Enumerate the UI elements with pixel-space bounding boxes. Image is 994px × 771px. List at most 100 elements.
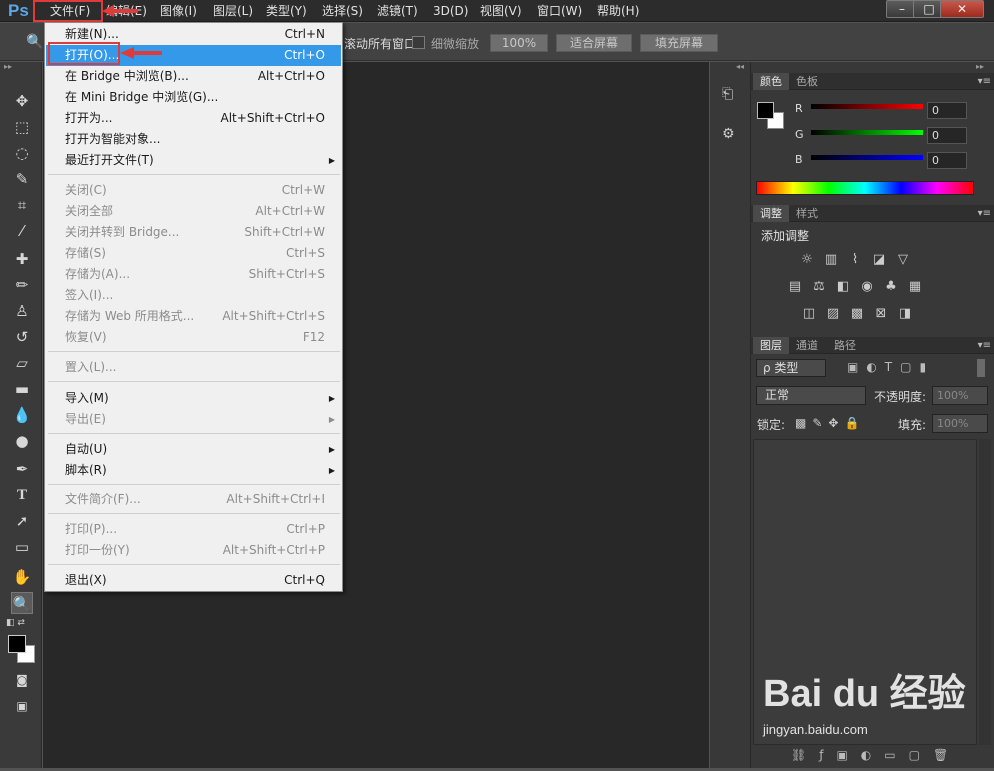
channel-mixer-icon[interactable]: ♣ xyxy=(883,279,899,295)
brightness-icon[interactable]: ☼ xyxy=(799,252,815,268)
menu-help[interactable]: 帮助(H) xyxy=(597,0,639,22)
dodge-tool-icon[interactable]: ● xyxy=(11,430,33,452)
panel-menu-icon[interactable]: ▾≡ xyxy=(978,337,991,354)
path-select-tool-icon[interactable]: ➚ xyxy=(11,510,33,532)
black-white-icon[interactable]: ◧ xyxy=(835,279,851,295)
tab-color[interactable]: 颜色 xyxy=(753,73,789,90)
fit-screen-button[interactable]: 适合屏幕 xyxy=(556,34,632,52)
file-menu-item[interactable]: 最近打开文件(T) ▶ xyxy=(46,150,341,171)
brush-tool-icon[interactable]: ✏ xyxy=(11,274,33,296)
file-menu-item[interactable]: 在 Mini Bridge 中浏览(G)... xyxy=(46,87,341,108)
file-menu-item[interactable]: 打开为智能对象... xyxy=(46,129,341,150)
opacity-input[interactable]: 100% xyxy=(932,386,988,405)
layer-filter-icons[interactable]: ▣◐T▢▮ xyxy=(847,360,934,374)
fill-screen-button[interactable]: 填充屏幕 xyxy=(640,34,718,52)
r-input[interactable]: 0 xyxy=(927,102,967,119)
color-lookup-icon[interactable]: ▦ xyxy=(907,279,923,295)
file-menu-item[interactable]: 导入(M) ▶ xyxy=(46,388,341,409)
history-panel-icon[interactable]: ⎗ xyxy=(722,86,733,102)
menu-filter[interactable]: 滤镜(T) xyxy=(377,0,418,22)
zoom-100-button[interactable]: 100% xyxy=(490,34,548,52)
file-menu-item[interactable]: 恢复(V) F12 xyxy=(46,327,341,348)
foreground-color-swatch[interactable] xyxy=(8,635,26,653)
menu-image[interactable]: 图像(I) xyxy=(160,0,197,22)
blur-tool-icon[interactable]: 💧 xyxy=(11,404,33,426)
quick-mask-icon[interactable]: ◙ xyxy=(11,669,33,691)
file-menu-item[interactable]: 导出(E) ▶ xyxy=(46,409,341,430)
move-tool-icon[interactable]: ✥ xyxy=(11,90,33,112)
tab-layers[interactable]: 图层 xyxy=(753,337,789,354)
file-menu-item[interactable]: 自动(U) ▶ xyxy=(46,439,341,460)
file-menu-item[interactable]: 关闭(C) Ctrl+W xyxy=(46,180,341,201)
fine-zoom-checkbox[interactable] xyxy=(412,36,425,49)
photo-filter-icon[interactable]: ◉ xyxy=(859,279,875,295)
file-menu-item[interactable]: 打印一份(Y) Alt+Shift+Ctrl+P xyxy=(46,540,341,561)
layer-kind-filter[interactable]: ρ 类型 xyxy=(756,359,826,377)
healing-brush-tool-icon[interactable]: ✚ xyxy=(11,248,33,270)
collapse-panels-icon[interactable]: ▸▸ xyxy=(976,62,984,71)
history-brush-tool-icon[interactable]: ↺ xyxy=(11,326,33,348)
exposure-icon[interactable]: ◪ xyxy=(871,252,887,268)
levels-icon[interactable]: ▥ xyxy=(823,252,839,268)
posterize-icon[interactable]: ▨ xyxy=(825,306,841,322)
collapse-icon[interactable]: ▸▸ xyxy=(4,62,12,71)
selective-color-icon[interactable]: ◨ xyxy=(897,306,913,322)
tab-swatches[interactable]: 色板 xyxy=(789,73,825,90)
threshold-icon[interactable]: ▩ xyxy=(849,306,865,322)
properties-panel-icon[interactable]: ⚙ xyxy=(722,126,735,142)
tab-paths[interactable]: 路径 xyxy=(827,337,863,354)
file-menu-item[interactable]: 脚本(R) ▶ xyxy=(46,460,341,481)
menu-type[interactable]: 类型(Y) xyxy=(266,0,307,22)
close-button[interactable]: ✕ xyxy=(940,0,984,18)
gradient-map-icon[interactable]: ⊠ xyxy=(873,306,889,322)
tab-styles[interactable]: 样式 xyxy=(789,205,825,222)
panel-menu-icon[interactable]: ▾≡ xyxy=(978,205,991,222)
r-slider[interactable] xyxy=(811,104,923,109)
clone-stamp-tool-icon[interactable]: ♙ xyxy=(11,300,33,322)
menu-3d[interactable]: 3D(D) xyxy=(433,0,468,22)
menu-view[interactable]: 视图(V) xyxy=(480,0,522,22)
color-fg-swatch[interactable] xyxy=(757,102,774,119)
b-input[interactable]: 0 xyxy=(927,152,967,169)
file-menu-item[interactable]: 存储为 Web 所用格式... Alt+Shift+Ctrl+S xyxy=(46,306,341,327)
lasso-tool-icon[interactable]: ◌ xyxy=(11,142,33,164)
color-balance-icon[interactable]: ⚖ xyxy=(811,279,827,295)
menu-window[interactable]: 窗口(W) xyxy=(537,0,582,22)
type-tool-icon[interactable]: T xyxy=(11,484,33,506)
lock-icons[interactable]: ▩✎✥🔒 xyxy=(795,416,865,430)
invert-icon[interactable]: ◫ xyxy=(801,306,817,322)
marquee-tool-icon[interactable]: ⬚ xyxy=(11,116,33,138)
panel-menu-icon[interactable]: ▾≡ xyxy=(978,73,991,90)
quick-select-tool-icon[interactable]: ✎ xyxy=(11,168,33,190)
blend-mode-select[interactable]: 正常 xyxy=(756,386,866,405)
file-menu-item[interactable]: 签入(I)... xyxy=(46,285,341,306)
gradient-tool-icon[interactable]: ▬ xyxy=(11,378,33,400)
screen-mode-icon[interactable]: ▣ xyxy=(11,695,33,717)
file-menu-item[interactable]: 关闭并转到 Bridge... Shift+Ctrl+W xyxy=(46,222,341,243)
layers-footer-icons[interactable]: ⛓ƒ▣◐▭▢🗑 xyxy=(791,748,961,762)
file-menu-item[interactable]: 退出(X) Ctrl+Q xyxy=(46,570,341,591)
file-menu-item[interactable]: 置入(L)... xyxy=(46,357,341,378)
g-slider[interactable] xyxy=(811,130,923,135)
shape-tool-icon[interactable]: ▭ xyxy=(11,536,33,558)
menu-select[interactable]: 选择(S) xyxy=(322,0,363,22)
tab-adjustments[interactable]: 调整 xyxy=(753,205,789,222)
tab-channels[interactable]: 通道 xyxy=(789,337,825,354)
curves-icon[interactable]: ⌇ xyxy=(847,252,863,268)
fill-input[interactable]: 100% xyxy=(932,414,988,433)
hand-tool-icon[interactable]: ✋ xyxy=(11,566,33,588)
pen-tool-icon[interactable]: ✒ xyxy=(11,458,33,480)
eyedropper-tool-icon[interactable]: ⁄ xyxy=(11,220,33,242)
menu-layer[interactable]: 图层(L) xyxy=(213,0,253,22)
filter-toggle[interactable] xyxy=(977,359,985,377)
file-menu-item[interactable]: 打印(P)... Ctrl+P xyxy=(46,519,341,540)
file-menu-item[interactable]: 打开为... Alt+Shift+Ctrl+O xyxy=(46,108,341,129)
default-colors-icon[interactable]: ◧ ⇄ xyxy=(6,618,25,628)
crop-tool-icon[interactable]: ⌗ xyxy=(11,194,33,216)
file-menu-item[interactable]: 存储(S) Ctrl+S xyxy=(46,243,341,264)
file-menu-item[interactable]: 在 Bridge 中浏览(B)... Alt+Ctrl+O xyxy=(46,66,341,87)
g-input[interactable]: 0 xyxy=(927,127,967,144)
vibrance-icon[interactable]: ▽ xyxy=(895,252,911,268)
eraser-tool-icon[interactable]: ▱ xyxy=(11,352,33,374)
color-spectrum-bar[interactable] xyxy=(756,181,974,195)
